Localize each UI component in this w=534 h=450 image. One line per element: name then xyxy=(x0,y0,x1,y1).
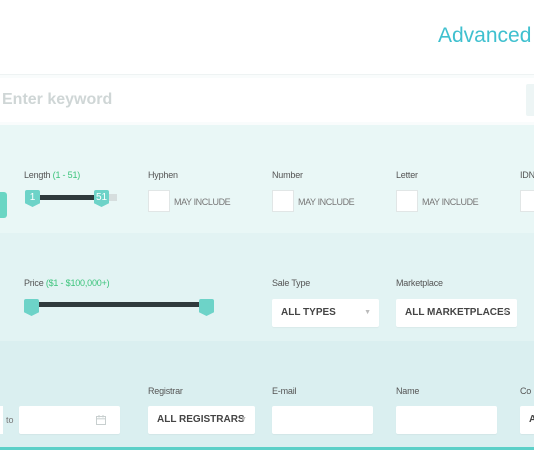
hyphen-checkbox[interactable] xyxy=(148,190,170,212)
hyphen-option: MAY INCLUDE xyxy=(174,197,231,207)
name-label: Name xyxy=(396,386,420,396)
sale-type-label: Sale Type xyxy=(272,278,311,288)
date-to-label: to xyxy=(6,415,14,425)
toggle-button[interactable] xyxy=(0,192,7,218)
header: Advanced S xyxy=(0,0,534,75)
name-input[interactable] xyxy=(396,406,497,434)
marketplace-select[interactable]: ALL MARKETPLACES ▼ xyxy=(396,299,517,327)
length-label: Length (1 - 51) xyxy=(24,170,81,180)
caret-down-icon: ▼ xyxy=(364,309,371,316)
calendar-icon[interactable] xyxy=(96,415,106,425)
number-checkbox[interactable] xyxy=(272,190,294,212)
price-slider-track[interactable] xyxy=(32,302,208,307)
hyphen-label: Hyphen xyxy=(148,170,178,180)
caret-down-icon: ▼ xyxy=(240,416,247,423)
marketplace-label: Marketplace xyxy=(396,278,443,288)
price-label: Price ($1 - $100,000+) xyxy=(24,278,110,288)
country-label: Co xyxy=(520,386,532,396)
email-label: E-mail xyxy=(272,386,297,396)
registrar-label: Registrar xyxy=(148,386,183,396)
number-label: Number xyxy=(272,170,303,180)
filter-row-domain xyxy=(0,125,534,233)
letter-option: MAY INCLUDE xyxy=(422,197,479,207)
sale-type-select[interactable]: ALL TYPES ▼ xyxy=(272,299,379,327)
page-title: Advanced S xyxy=(438,24,534,47)
letter-label: Letter xyxy=(396,170,418,180)
registrar-select[interactable]: ALL REGISTRARS ▼ xyxy=(148,406,255,434)
number-option: MAY INCLUDE xyxy=(298,197,355,207)
date-from-input[interactable] xyxy=(0,406,3,434)
search-button[interactable] xyxy=(526,84,534,116)
idn-checkbox[interactable] xyxy=(520,190,534,212)
caret-down-icon: ▼ xyxy=(502,309,509,316)
country-select[interactable]: A xyxy=(520,406,534,434)
letter-checkbox[interactable] xyxy=(396,190,418,212)
idn-label: IDN xyxy=(520,170,534,180)
email-input[interactable] xyxy=(272,406,373,434)
keyword-input[interactable] xyxy=(0,78,534,122)
